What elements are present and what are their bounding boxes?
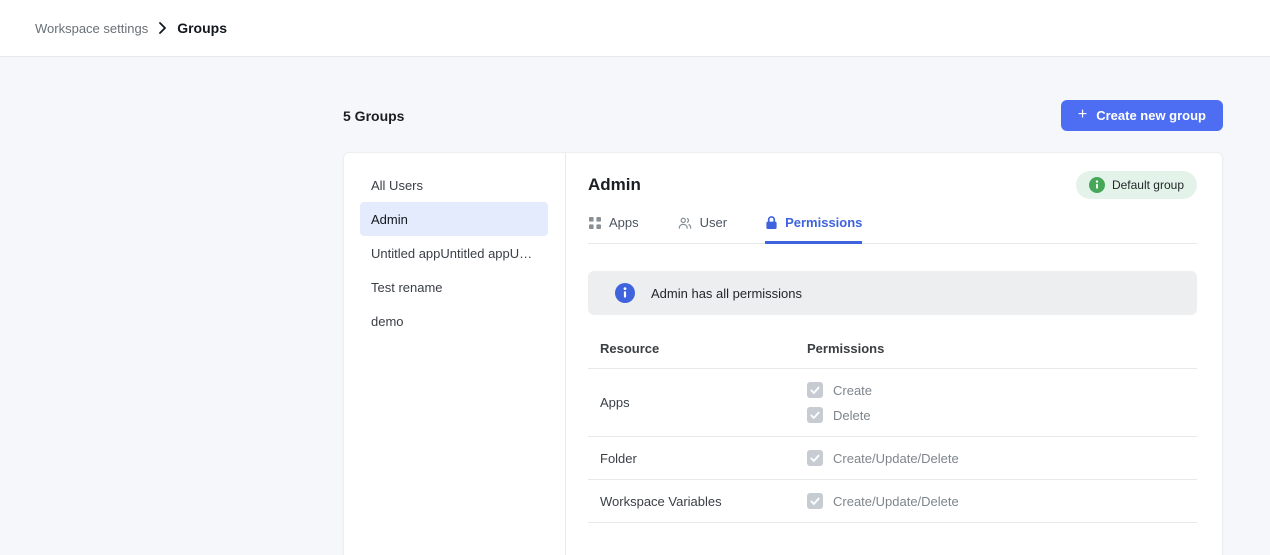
group-item-test-rename[interactable]: Test rename [360, 270, 548, 304]
group-item-demo[interactable]: demo [360, 304, 548, 338]
blue-info-icon [615, 283, 635, 303]
resource-label: Workspace Variables [600, 494, 807, 509]
tab-permissions[interactable]: Permissions [765, 215, 862, 244]
table-row-workspace-variables: Workspace Variables Create/Update/Delete [588, 480, 1197, 523]
default-group-badge: Default group [1076, 171, 1197, 199]
permission-item: Create/Update/Delete [807, 450, 1197, 466]
users-icon [677, 216, 693, 230]
top-header: Workspace settings Groups [0, 0, 1270, 57]
table-row-apps: Apps Create Delete [588, 369, 1197, 437]
default-group-label: Default group [1112, 178, 1184, 192]
tab-apps-label: Apps [609, 215, 639, 230]
breadcrumb-groups: Groups [177, 20, 227, 36]
group-item-untitled-app[interactable]: Untitled appUntitled appUntitle… [360, 236, 548, 270]
group-detail-panel: Admin Default group Apps [566, 153, 1222, 555]
group-item-label: All Users [371, 178, 423, 193]
lock-icon [765, 215, 778, 230]
tab-user-label: User [700, 215, 727, 230]
breadcrumb-workspace-settings[interactable]: Workspace settings [35, 21, 148, 36]
groups-list: All Users Admin Untitled appUntitled app… [344, 153, 566, 555]
permission-item: Create [807, 382, 1197, 398]
resource-label: Apps [600, 395, 807, 410]
column-header-resource: Resource [600, 341, 807, 356]
plus-icon: + [1078, 107, 1087, 123]
permission-checkbox-checked [807, 493, 823, 509]
breadcrumb: Workspace settings Groups [35, 20, 227, 36]
tab-user[interactable]: User [677, 215, 727, 244]
chevron-right-icon [158, 22, 167, 34]
permission-checkbox-checked [807, 382, 823, 398]
group-item-label: Test rename [371, 280, 443, 295]
tab-apps[interactable]: Apps [588, 215, 639, 244]
banner-text: Admin has all permissions [651, 286, 802, 301]
permissions-info-banner: Admin has all permissions [588, 271, 1197, 315]
groups-count: 5 Groups [343, 108, 404, 124]
group-item-admin[interactable]: Admin [360, 202, 548, 236]
group-item-label: Admin [371, 212, 408, 227]
column-header-permissions: Permissions [807, 341, 1197, 356]
permission-checkbox-checked [807, 407, 823, 423]
tab-permissions-label: Permissions [785, 215, 862, 230]
group-tabs: Apps User Permissions [588, 215, 1197, 244]
table-header-row: Resource Permissions [588, 333, 1197, 369]
permission-label: Create [833, 383, 872, 398]
permission-checkbox-checked [807, 450, 823, 466]
permission-label: Delete [833, 408, 871, 423]
permission-label: Create/Update/Delete [833, 451, 959, 466]
group-detail-header: Admin Default group [588, 171, 1197, 199]
create-new-group-button[interactable]: + Create new group [1061, 100, 1223, 131]
permission-item: Delete [807, 407, 1197, 423]
group-item-label: demo [371, 314, 404, 329]
groups-page-header: 5 Groups + Create new group [343, 100, 1223, 131]
apps-grid-icon [588, 216, 602, 230]
permission-item: Create/Update/Delete [807, 493, 1197, 509]
green-info-icon [1089, 177, 1105, 193]
groups-card: All Users Admin Untitled appUntitled app… [343, 152, 1223, 555]
resource-label: Folder [600, 451, 807, 466]
table-row-folder: Folder Create/Update/Delete [588, 437, 1197, 480]
permission-label: Create/Update/Delete [833, 494, 959, 509]
permissions-table: Resource Permissions Apps Create [588, 333, 1197, 523]
group-item-all-users[interactable]: All Users [360, 168, 548, 202]
group-title: Admin [588, 175, 641, 195]
create-new-group-label: Create new group [1096, 108, 1206, 123]
group-item-label: Untitled appUntitled appUntitle… [371, 246, 537, 261]
